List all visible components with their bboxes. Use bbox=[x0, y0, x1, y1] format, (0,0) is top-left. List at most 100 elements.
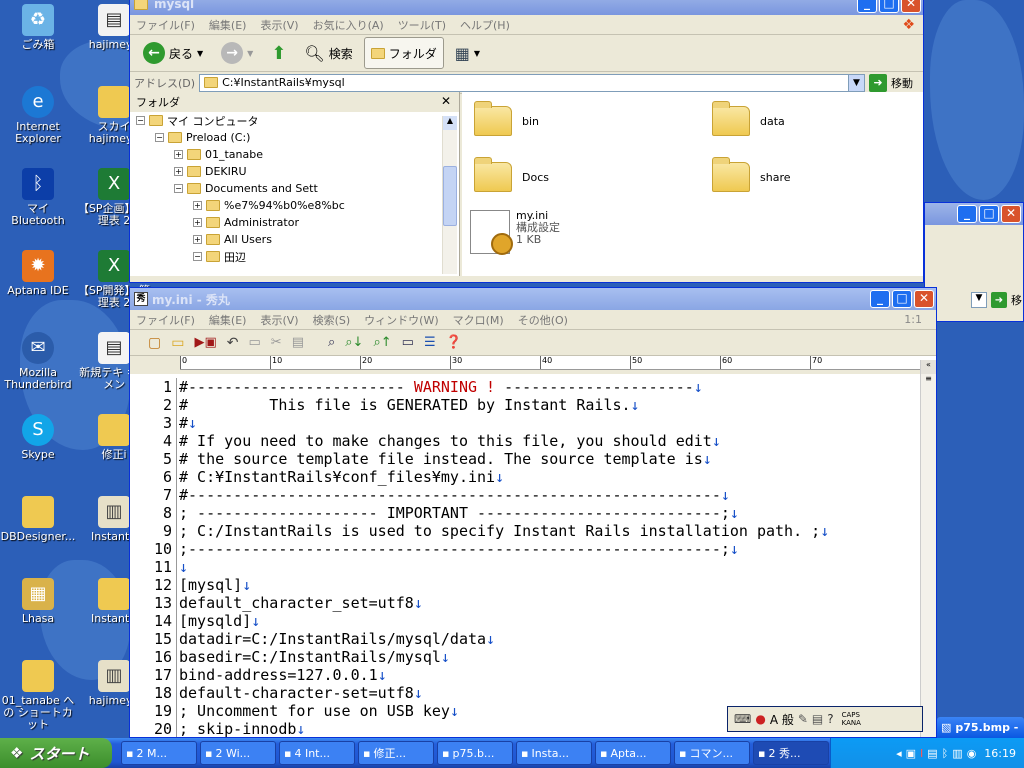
keyboard-icon[interactable]: ⌨ bbox=[734, 712, 751, 726]
desktop-icon-skype[interactable]: S Skype bbox=[0, 414, 76, 461]
explorer-window[interactable]: mysql _ □ ✕ ファイル(F) 編集(E) 表示(V) お気に入り(A) ツ… bbox=[129, 0, 924, 283]
forward-button[interactable]: → ▼ bbox=[214, 37, 260, 69]
tree-item[interactable]: − Preload (C:) bbox=[130, 129, 459, 146]
tree-item[interactable]: + Administrator bbox=[130, 214, 459, 231]
file-item-data[interactable]: data bbox=[712, 101, 785, 136]
scroll-up-button[interactable]: ▲ bbox=[443, 116, 457, 130]
split-window-icon[interactable]: ☰ bbox=[424, 335, 436, 350]
go-arrow-icon[interactable]: ➜ bbox=[991, 292, 1007, 308]
tray-icon[interactable]: I bbox=[920, 747, 923, 760]
menu-edit[interactable]: 編集(E) bbox=[209, 312, 247, 328]
minimize-button[interactable]: _ bbox=[857, 0, 877, 13]
paste-icon[interactable]: ▤ bbox=[292, 335, 304, 350]
menu-help[interactable]: ヘルプ(H) bbox=[460, 17, 510, 33]
maximize-button[interactable]: □ bbox=[879, 0, 899, 13]
taskbar-button[interactable]: ▪ 2 M... bbox=[121, 741, 197, 765]
tree-item[interactable]: + All Users bbox=[130, 231, 459, 248]
close-pane-icon[interactable]: ✕ bbox=[441, 94, 451, 108]
search-up-icon[interactable]: ⌕↑ bbox=[373, 335, 391, 350]
grep-icon[interactable]: ▭ bbox=[402, 335, 414, 350]
undo-icon[interactable]: ↶ bbox=[227, 335, 239, 351]
up-folder-button[interactable]: ⬆ bbox=[264, 37, 293, 69]
taskbar-button[interactable]: ▪ Insta... bbox=[516, 741, 592, 765]
code-editor[interactable]: 1 #------------------------ WARNING ! ---… bbox=[130, 374, 920, 737]
tree-item[interactable]: − マイ コンピュータ bbox=[130, 112, 459, 129]
taskbar-button[interactable]: ▪ p75.b... bbox=[437, 741, 513, 765]
help-icon[interactable]: ? bbox=[827, 712, 833, 726]
close-button[interactable]: ✕ bbox=[901, 0, 921, 13]
folders-button[interactable]: フォルダ bbox=[363, 37, 444, 69]
bluetooth-icon[interactable]: ᛒ bbox=[942, 747, 949, 760]
taskbar-button[interactable]: ▪ コマン... bbox=[674, 741, 750, 765]
collapse-icon[interactable]: − bbox=[174, 184, 183, 193]
taskbar-button[interactable]: ▪ 修正... bbox=[358, 741, 434, 765]
desktop-icon-lhasa[interactable]: ▦ Lhasa bbox=[0, 578, 76, 625]
split-handle[interactable]: ≡ bbox=[921, 374, 936, 388]
search-button[interactable]: 🔍︎ 検索 bbox=[297, 37, 359, 69]
ime-mode[interactable]: A 般 bbox=[770, 711, 794, 728]
save-icon[interactable]: ▶▣ bbox=[194, 335, 216, 350]
maximize-button[interactable]: □ bbox=[979, 205, 999, 223]
tree-item[interactable]: + DEKIRU bbox=[130, 163, 459, 180]
file-item-share[interactable]: share bbox=[712, 157, 791, 192]
background-window-titlebar[interactable]: _ □ ✕ bbox=[925, 203, 1023, 225]
tray-icon[interactable]: ▣ bbox=[906, 747, 916, 760]
editor-window[interactable]: 秀 my.ini - 秀丸 _ □ ✕ ファイル(F) 編集(E) 表示(V) 検索… bbox=[129, 287, 937, 738]
file-item-my-ini[interactable]: my.ini 構成設定 1 KB bbox=[470, 210, 560, 255]
desktop-icon-aptana[interactable]: ✹ Aptana IDE bbox=[0, 250, 76, 297]
close-button[interactable]: ✕ bbox=[914, 290, 934, 308]
ime-pad-icon[interactable]: ✎ bbox=[798, 712, 808, 726]
file-item-docs[interactable]: Docs bbox=[474, 157, 549, 192]
minimize-button[interactable]: _ bbox=[957, 205, 977, 223]
taskbar-popup-p75[interactable]: ▧ p75.bmp - bbox=[937, 717, 1024, 738]
close-button[interactable]: ✕ bbox=[1001, 205, 1021, 223]
network-icon[interactable]: ▥ bbox=[952, 747, 962, 760]
go-arrow-icon[interactable]: ➜ bbox=[869, 73, 887, 92]
views-button[interactable]: ▦ ▼ bbox=[448, 37, 487, 69]
ime-language-bar[interactable]: ⌨ ● A 般 ✎ ▤ ? CAPS KANA bbox=[727, 706, 923, 732]
collapse-icon[interactable]: − bbox=[136, 116, 145, 125]
scroll-collapse-button[interactable]: « bbox=[921, 360, 936, 374]
tray-icon[interactable]: ▤ bbox=[927, 747, 937, 760]
expand-icon[interactable]: + bbox=[193, 201, 202, 210]
maximize-button[interactable]: □ bbox=[892, 290, 912, 308]
ime-icon[interactable]: ● bbox=[755, 712, 765, 726]
editor-scrollbar[interactable]: « ≡ bbox=[920, 360, 936, 737]
menu-favorites[interactable]: お気に入り(A) bbox=[313, 17, 384, 33]
chevron-left-icon[interactable]: ◂ bbox=[896, 747, 902, 760]
ime-dictionary-icon[interactable]: ▤ bbox=[812, 712, 823, 726]
address-dropdown[interactable]: ▼ bbox=[971, 292, 987, 308]
expand-icon[interactable]: + bbox=[174, 150, 183, 159]
desktop-icon-tanabe-shortcut[interactable]: 01_tanabe への ショートカット bbox=[0, 660, 76, 731]
clock[interactable]: 16:19 bbox=[984, 747, 1016, 760]
collapse-icon[interactable]: − bbox=[155, 133, 164, 142]
desktop-icon-ie[interactable]: e Internet Explorer bbox=[0, 86, 76, 145]
taskbar-button[interactable]: ▪ 2 Wi... bbox=[200, 741, 276, 765]
tree-item[interactable]: − 田辺 bbox=[130, 248, 459, 265]
menu-tools[interactable]: ツール(T) bbox=[398, 17, 446, 33]
menu-view[interactable]: 表示(V) bbox=[260, 312, 298, 328]
menu-view[interactable]: 表示(V) bbox=[260, 17, 298, 33]
go-button[interactable]: 移動 bbox=[891, 75, 913, 91]
menu-edit[interactable]: 編集(E) bbox=[209, 17, 247, 33]
desktop-icon-bluetooth[interactable]: ᛒ マイ Bluetooth bbox=[0, 168, 76, 227]
menu-macro[interactable]: マクロ(M) bbox=[453, 312, 504, 328]
speaker-icon[interactable]: ◉ bbox=[967, 747, 977, 760]
copy-icon[interactable]: ▭ bbox=[248, 335, 260, 350]
expand-icon[interactable]: + bbox=[193, 218, 202, 227]
help-icon[interactable]: ❓ bbox=[446, 335, 462, 350]
open-folder-icon[interactable]: ▭ bbox=[171, 335, 184, 351]
menu-file[interactable]: ファイル(F) bbox=[136, 17, 195, 33]
explorer-titlebar[interactable]: mysql _ □ ✕ bbox=[130, 0, 923, 15]
taskbar-button[interactable]: ▪ 2 秀... bbox=[753, 741, 829, 765]
tree-item[interactable]: +01_tanabe bbox=[130, 146, 459, 163]
file-item-bin[interactable]: bin bbox=[474, 101, 539, 136]
expand-icon[interactable]: + bbox=[193, 235, 202, 244]
taskbar-button[interactable]: ▪ 4 Int... bbox=[279, 741, 355, 765]
minimize-button[interactable]: _ bbox=[870, 290, 890, 308]
desktop-icon-dbdesigner[interactable]: DBDesigner... bbox=[0, 496, 76, 543]
menu-other[interactable]: その他(O) bbox=[518, 312, 568, 328]
tree-item[interactable]: − Documents and Sett bbox=[130, 180, 459, 197]
cut-icon[interactable]: ✂ bbox=[271, 335, 282, 350]
collapse-icon[interactable]: − bbox=[193, 252, 202, 261]
